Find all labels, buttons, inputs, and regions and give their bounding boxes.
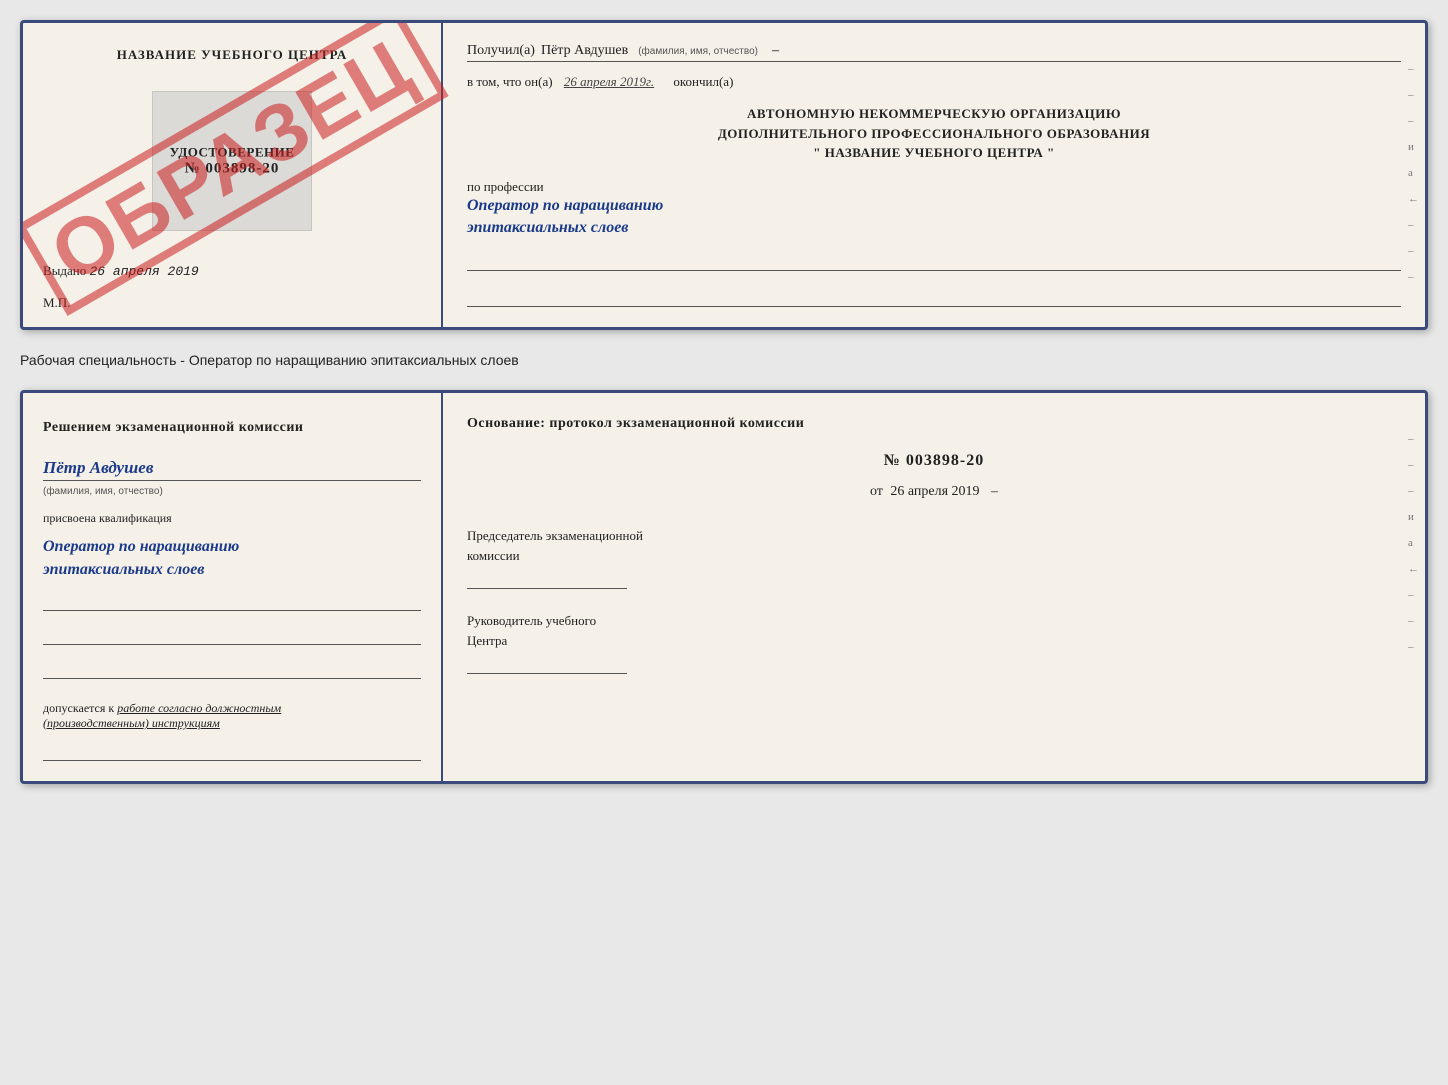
- predsedatel-block: Председатель экзаменационнойкомиссии: [467, 526, 1401, 589]
- recipient-name: Пётр Авдушев: [541, 43, 628, 59]
- profession-handwritten: Оператор по наращиваниюэпитаксиальных сл…: [467, 197, 663, 236]
- edge2-3: –: [1408, 485, 1419, 497]
- edge-8: –: [1408, 245, 1419, 257]
- okochnil-suffix: окончил(а): [673, 74, 733, 89]
- poluchil-row: Получил(а) Пётр Авдушев (фамилия, имя, о…: [467, 43, 1401, 62]
- page-wrapper: НАЗВАНИЕ УЧЕБНОГО ЦЕНТРА УДОСТОВЕРЕНИЕ №…: [20, 20, 1428, 784]
- dopuskaetsya-block: допускается к работе согласно должностны…: [43, 701, 421, 731]
- card1-left-title: НАЗВАНИЕ УЧЕБНОГО ЦЕНТРА: [43, 47, 421, 63]
- underline-left-2: [43, 627, 421, 645]
- edge-1: –: [1408, 63, 1419, 75]
- kvalf-handwritten: Оператор по наращиваниюэпитаксиальных сл…: [43, 536, 421, 581]
- card2-right: Основание: протокол экзаменационной коми…: [443, 393, 1425, 781]
- separator-label: Рабочая специальность - Оператор по нара…: [20, 348, 1428, 372]
- edge2-7: –: [1408, 589, 1419, 601]
- dash-1: –: [772, 43, 779, 59]
- protocol-number: № 003898-20: [467, 452, 1401, 470]
- card1-right: Получил(а) Пётр Авдушев (фамилия, имя, о…: [443, 23, 1425, 327]
- professia-block: по профессии Оператор по наращиваниюэпит…: [467, 179, 1401, 240]
- rukovoditel-label: Руководитель учебногоЦентра: [467, 613, 596, 648]
- ot-prefix: от: [870, 484, 883, 499]
- card2-left: Решением экзаменационной комиссии Пётр А…: [23, 393, 443, 781]
- org-line2: ДОПОЛНИТЕЛЬНОГО ПРОФЕССИОНАЛЬНОГО ОБРАЗО…: [467, 124, 1401, 144]
- card1-left: НАЗВАНИЕ УЧЕБНОГО ЦЕНТРА УДОСТОВЕРЕНИЕ №…: [23, 23, 443, 327]
- rukovoditel-block: Руководитель учебногоЦентра: [467, 611, 1401, 674]
- ot-date: от 26 апреля 2019 –: [467, 484, 1401, 500]
- document-card-1: НАЗВАНИЕ УЧЕБНОГО ЦЕНТРА УДОСТОВЕРЕНИЕ №…: [20, 20, 1428, 330]
- underline-left-1: [43, 593, 421, 611]
- vtom-line: в том, что он(а) 26 апреля 2019г. окончи…: [467, 74, 1401, 90]
- underline-left-3: [43, 661, 421, 679]
- fio-sub-2: (фамилия, имя, отчество): [43, 486, 163, 497]
- underline-row-1: [467, 253, 1401, 271]
- edge2-5: а: [1408, 537, 1419, 549]
- edge-2: –: [1408, 89, 1419, 101]
- edge-7: –: [1408, 219, 1419, 231]
- edge2-6: ←: [1408, 563, 1419, 575]
- right-edge-marks-1: – – – и а ← – – –: [1408, 63, 1419, 283]
- udostoverenie-number: № 003898-20: [170, 161, 295, 178]
- ot-dash: –: [991, 484, 998, 499]
- edge-6: ←: [1408, 193, 1419, 205]
- edge2-2: –: [1408, 459, 1419, 471]
- osnovanie-text: Основание: протокол экзаменационной коми…: [467, 413, 1401, 434]
- name-handwritten-2: Пётр Авдушев: [43, 458, 421, 481]
- ot-date-value: 26 апреля 2019: [890, 484, 979, 499]
- mp-label: М.П.: [43, 295, 421, 311]
- vydano-prefix: Выдано: [43, 263, 86, 278]
- edge2-8: –: [1408, 615, 1419, 627]
- edge2-1: –: [1408, 433, 1419, 445]
- vtom-prefix: в том, что он(а): [467, 74, 553, 89]
- prisvoena-text: присвоена квалификация: [43, 511, 421, 526]
- stamp-area: УДОСТОВЕРЕНИЕ № 003898-20 ОБРАЗЕЦ: [43, 75, 421, 247]
- document-card-2: Решением экзаменационной комиссии Пётр А…: [20, 390, 1428, 784]
- name-block-2: Пётр Авдушев (фамилия, имя, отчество): [43, 454, 421, 499]
- edge2-4: и: [1408, 511, 1419, 523]
- vydano-date: 26 апреля 2019: [90, 264, 199, 279]
- underline-row-2: [467, 289, 1401, 307]
- po-professii-label: по профессии: [467, 179, 544, 194]
- resheniem-text: Решением экзаменационной комиссии: [43, 417, 421, 438]
- right-edge-marks-2: – – – и а ← – – –: [1408, 433, 1419, 653]
- udostoverenie-block: УДОСТОВЕРЕНИЕ № 003898-20: [170, 145, 295, 178]
- udostoverenie-label: УДОСТОВЕРЕНИЕ: [170, 145, 295, 161]
- edge-4: и: [1408, 141, 1419, 153]
- poluchil-prefix: Получил(а): [467, 43, 535, 59]
- org-line3: " НАЗВАНИЕ УЧЕБНОГО ЦЕНТРА ": [467, 143, 1401, 163]
- edge2-9: –: [1408, 641, 1419, 653]
- rukovoditel-sign-line: [467, 654, 627, 674]
- predsedatel-label: Председатель экзаменационнойкомиссии: [467, 528, 643, 563]
- edge-9: –: [1408, 271, 1419, 283]
- edge-3: –: [1408, 115, 1419, 127]
- org-block: АВТОНОМНУЮ НЕКОММЕРЧЕСКУЮ ОРГАНИЗАЦИЮ ДО…: [467, 104, 1401, 163]
- edge-5: а: [1408, 167, 1419, 179]
- fio-label-1: (фамилия, имя, отчество): [638, 46, 758, 57]
- underline-left-4: [43, 743, 421, 761]
- dopuskaetsya-prefix: допускается к: [43, 701, 114, 715]
- vtom-date: 26 апреля 2019г.: [564, 74, 654, 89]
- vydano-line: Выдано 26 апреля 2019: [43, 263, 421, 279]
- org-line1: АВТОНОМНУЮ НЕКОММЕРЧЕСКУЮ ОРГАНИЗАЦИЮ: [467, 104, 1401, 124]
- predsedatel-sign-line: [467, 569, 627, 589]
